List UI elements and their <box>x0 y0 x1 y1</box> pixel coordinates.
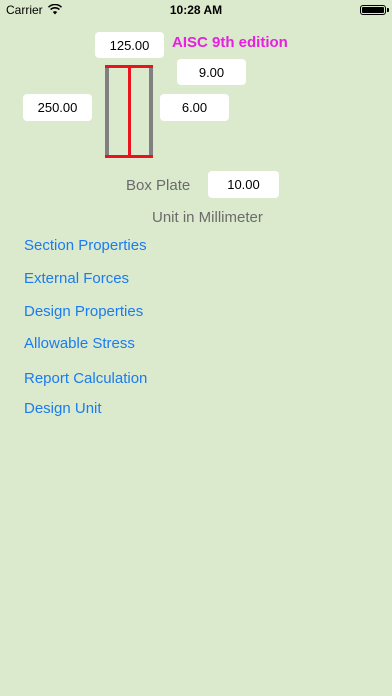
report-calculation-link[interactable]: Report Calculation <box>24 370 147 387</box>
design-unit-link[interactable]: Design Unit <box>24 400 102 417</box>
section-properties-link[interactable]: Section Properties <box>24 237 147 254</box>
clock: 10:28 AM <box>169 3 223 17</box>
allowable-stress-link[interactable]: Allowable Stress <box>24 335 135 352</box>
external-forces-link[interactable]: External Forces <box>24 270 129 287</box>
depth-input[interactable] <box>23 94 92 121</box>
right-web-plate <box>149 66 153 158</box>
box-section-diagram <box>105 65 153 158</box>
box-plate-input[interactable] <box>208 171 279 198</box>
design-properties-link[interactable]: Design Properties <box>24 303 143 320</box>
web-thickness-input[interactable] <box>160 94 229 121</box>
box-plate-label: Box Plate <box>126 177 191 194</box>
edition-label: AISC 9th edition <box>172 34 288 51</box>
center-web-plate <box>128 66 131 156</box>
unit-label: Unit in Millimeter <box>152 209 263 226</box>
flange-width-input[interactable] <box>95 32 164 58</box>
flange-thickness-input[interactable] <box>177 59 246 85</box>
status-bar: Carrier 10:28 AM <box>0 0 392 20</box>
left-web-plate <box>105 66 109 158</box>
battery-icon <box>360 5 389 15</box>
